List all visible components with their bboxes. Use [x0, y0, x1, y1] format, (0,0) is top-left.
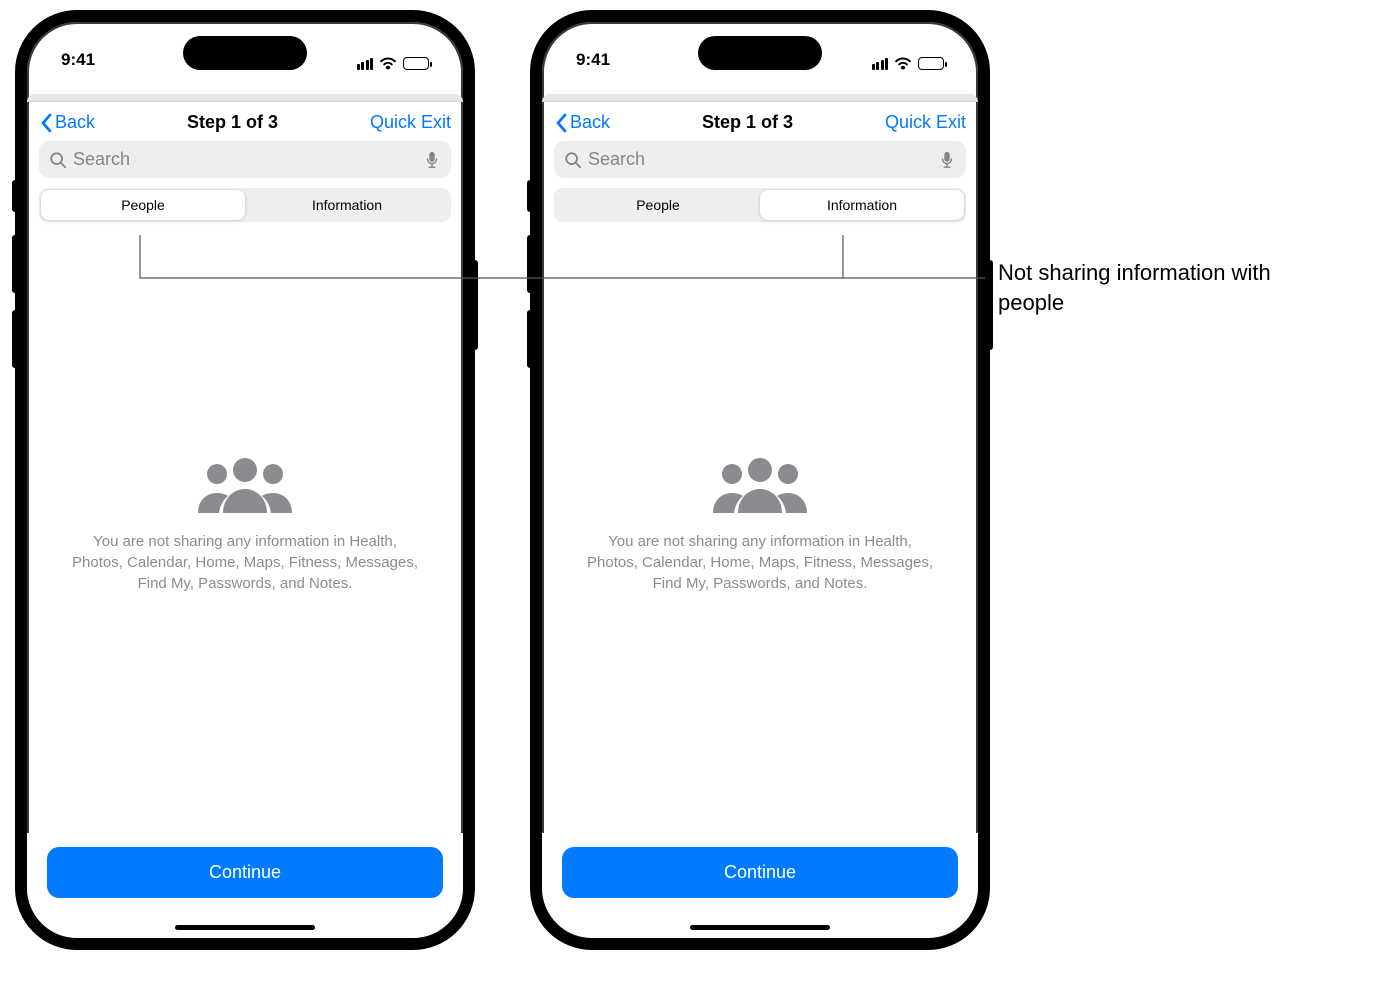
- search-field[interactable]: [554, 141, 966, 178]
- chevron-left-icon: [39, 113, 53, 133]
- search-input[interactable]: [588, 149, 932, 170]
- wifi-icon: [379, 57, 397, 70]
- segment-control: People Information: [39, 188, 451, 222]
- tab-people[interactable]: People: [41, 190, 245, 220]
- tab-information[interactable]: Information: [245, 190, 449, 220]
- back-button[interactable]: Back: [39, 112, 95, 133]
- chevron-left-icon: [554, 113, 568, 133]
- search-input[interactable]: [73, 149, 417, 170]
- back-label: Back: [55, 112, 95, 133]
- page-title: Step 1 of 3: [187, 112, 278, 133]
- dynamic-island: [183, 36, 307, 70]
- quick-exit-button[interactable]: Quick Exit: [370, 112, 451, 133]
- people-icon: [711, 457, 809, 513]
- mic-icon[interactable]: [938, 151, 956, 169]
- wifi-icon: [894, 57, 912, 70]
- back-button[interactable]: Back: [554, 112, 610, 133]
- segment-control: People Information: [554, 188, 966, 222]
- search-icon: [564, 151, 582, 169]
- people-icon: [196, 457, 294, 513]
- back-label: Back: [570, 112, 610, 133]
- callout-text: Not sharing information with people: [998, 258, 1298, 317]
- quick-exit-button[interactable]: Quick Exit: [885, 112, 966, 133]
- tab-people[interactable]: People: [556, 190, 760, 220]
- tab-information[interactable]: Information: [760, 190, 964, 220]
- battery-icon: [403, 57, 429, 70]
- nav-bar: Back Step 1 of 3 Quick Exit: [542, 102, 978, 141]
- empty-state-text: You are not sharing any information in H…: [582, 531, 938, 594]
- iphone-frame: 9:41 Back Step 1 of 3 Quick Exit: [15, 10, 475, 950]
- continue-button[interactable]: Continue: [47, 847, 443, 898]
- battery-icon: [918, 57, 944, 70]
- cellular-icon: [357, 58, 374, 70]
- nav-bar: Back Step 1 of 3 Quick Exit: [27, 102, 463, 141]
- search-icon: [49, 151, 67, 169]
- continue-button[interactable]: Continue: [562, 847, 958, 898]
- home-indicator: [690, 925, 830, 930]
- page-title: Step 1 of 3: [702, 112, 793, 133]
- home-indicator: [175, 925, 315, 930]
- status-time: 9:41: [61, 50, 95, 70]
- sheet-handle: [27, 94, 463, 102]
- sheet-handle: [542, 94, 978, 102]
- dynamic-island: [698, 36, 822, 70]
- cellular-icon: [872, 58, 889, 70]
- search-field[interactable]: [39, 141, 451, 178]
- empty-state-text: You are not sharing any information in H…: [67, 531, 423, 594]
- mic-icon[interactable]: [423, 151, 441, 169]
- status-time: 9:41: [576, 50, 610, 70]
- iphone-frame: 9:41 Back Step 1 of 3 Quick Exit: [530, 10, 990, 950]
